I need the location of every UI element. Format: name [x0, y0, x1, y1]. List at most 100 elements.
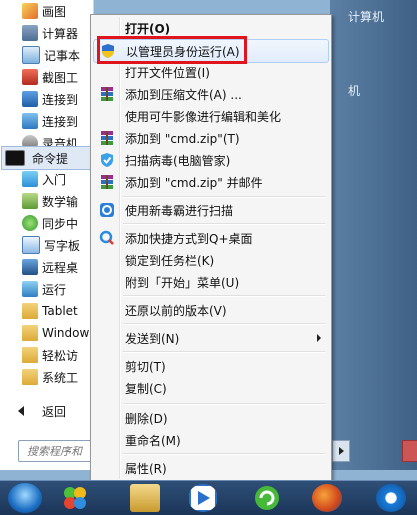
media-player-icon[interactable] — [188, 484, 218, 512]
program-math-input[interactable]: 数学输 — [0, 190, 93, 212]
menu-item-open-file-location[interactable]: 打开文件位置(I) — [93, 61, 329, 83]
program-label: 画图 — [42, 4, 67, 19]
start-menu-right-pane: 计算机 机 — [330, 0, 417, 470]
menu-item-add-zip-and-email[interactable]: 添加到 "cmd.zip" 并邮件 — [93, 171, 329, 193]
program-label: Window — [42, 326, 90, 340]
program-label: 轻松访 — [42, 348, 79, 363]
app-clover-icon[interactable] — [60, 484, 90, 512]
menu-item-label: 扫描病毒(电脑管家) — [125, 153, 231, 168]
calculator-icon — [22, 25, 38, 41]
program-wordpad[interactable]: 写字板 — [0, 234, 93, 256]
back-arrow-icon — [18, 406, 24, 416]
folder-ease-of-access[interactable]: 轻松访 — [0, 344, 93, 366]
sogou-icon[interactable] — [376, 484, 406, 512]
menu-item-label: 添加快捷方式到Q+桌面 — [125, 231, 253, 246]
firefox-icon[interactable] — [312, 484, 342, 512]
right-pane-item-computer[interactable]: 计算机 — [348, 8, 384, 25]
duba-icon — [100, 203, 114, 217]
folder-icon — [22, 347, 38, 363]
program-label: 命令提 — [32, 151, 69, 166]
scissors-icon — [22, 69, 38, 85]
back-label: 返回 — [42, 404, 67, 419]
menu-item-label: 还原以前的版本(V) — [125, 303, 227, 318]
math-input-icon — [22, 193, 38, 209]
power-button-edge[interactable] — [402, 440, 417, 462]
menu-item-pin-to-taskbar[interactable]: 锁定到任务栏(K) — [93, 249, 329, 271]
getting-started-icon — [22, 171, 38, 187]
menu-item-add-qplus-shortcut[interactable]: 添加快捷方式到Q+桌面 — [93, 227, 329, 249]
folder-tablet-pc[interactable]: Tablet — [0, 300, 93, 322]
menu-item-label: 重命名(M) — [125, 433, 181, 448]
menu-item-label: 打开(O) — [125, 21, 171, 36]
back-button[interactable]: 返回 — [0, 398, 93, 424]
folder-icon — [22, 325, 38, 341]
folder-icon — [22, 303, 38, 319]
menu-item-cut[interactable]: 剪切(T) — [93, 355, 329, 377]
menu-item-keniu-edit[interactable]: 使用可牛影像进行编辑和美化 — [93, 105, 329, 127]
menu-item-copy[interactable]: 复制(C) — [93, 377, 329, 399]
program-label: 入门 — [42, 172, 67, 187]
menu-item-label: 发送到(N) — [125, 331, 180, 346]
menu-item-pin-to-start[interactable]: 附到「开始」菜单(U) — [93, 271, 329, 293]
folder-windows-powershell[interactable]: Window — [0, 322, 93, 344]
winrar-icon — [101, 175, 113, 189]
chevron-right-icon — [338, 447, 344, 455]
program-label: 远程桌 — [42, 260, 79, 275]
menu-item-label: 属性(R) — [125, 461, 167, 476]
program-label: 数学输 — [42, 194, 79, 209]
run-icon — [22, 281, 38, 297]
network-projector-icon — [22, 113, 38, 129]
menu-item-rename[interactable]: 重命名(M) — [93, 429, 329, 451]
right-pane-item-partial[interactable]: 机 — [348, 82, 360, 99]
program-notepad[interactable]: 记事本 — [0, 44, 93, 66]
menu-item-label: 使用可牛影像进行编辑和美化 — [125, 109, 282, 124]
program-getting-started[interactable]: 入门 — [0, 168, 93, 190]
folder-system-tools[interactable]: 系统工 — [0, 366, 93, 388]
paint-icon — [22, 3, 38, 19]
refresh-app-icon[interactable] — [252, 484, 282, 512]
menu-item-properties[interactable]: 属性(R) — [93, 457, 329, 479]
program-label: 记事本 — [44, 48, 81, 63]
program-snipping-tool[interactable]: 截图工 — [0, 66, 93, 88]
program-command-prompt[interactable]: 命令提 — [1, 146, 93, 170]
menu-item-duba-scan[interactable]: 使用新毒霸进行扫描 — [93, 199, 329, 221]
menu-item-label: 添加到 "cmd.zip" 并邮件 — [125, 175, 263, 190]
program-label: 连接到 — [42, 92, 79, 107]
menu-separator — [123, 351, 325, 353]
program-run[interactable]: 运行 — [0, 278, 93, 300]
menu-separator — [123, 453, 325, 455]
menu-item-label: 附到「开始」菜单(U) — [125, 275, 240, 290]
menu-item-label: 添加到压缩文件(A) ... — [125, 87, 242, 102]
start-orb-icon[interactable] — [8, 483, 42, 513]
program-label: 同步中 — [42, 216, 79, 231]
menu-separator — [123, 196, 325, 198]
sync-icon — [22, 215, 38, 231]
winrar-icon — [101, 131, 113, 145]
program-connect-network[interactable]: 连接到 — [0, 110, 93, 132]
submenu-arrow-icon — [317, 334, 321, 342]
menu-item-restore-versions[interactable]: 还原以前的版本(V) — [93, 299, 329, 321]
program-connect-projector[interactable]: 连接到 — [0, 88, 93, 110]
menu-item-label: 使用新毒霸进行扫描 — [125, 203, 234, 218]
menu-item-scan-virus[interactable]: 扫描病毒(电脑管家) — [93, 149, 329, 171]
shutdown-options-button[interactable] — [332, 440, 350, 462]
menu-item-delete[interactable]: 删除(D) — [93, 407, 329, 429]
program-label: 系统工 — [42, 370, 79, 385]
program-calculator[interactable]: 计算器 — [0, 22, 93, 44]
start-menu-programs-panel: 画图 计算器 记事本 截图工 连接到 连接到 录音机 命令提 入门 数学输 同步… — [0, 0, 94, 470]
menu-item-label: 剪切(T) — [125, 359, 166, 374]
menu-item-label: 打开文件位置(I) — [125, 65, 210, 80]
taskbar — [0, 480, 417, 515]
program-sync-center[interactable]: 同步中 — [0, 212, 93, 234]
folder-icon — [22, 369, 38, 385]
menu-separator — [123, 323, 325, 325]
file-manager-icon[interactable] — [130, 484, 160, 512]
notepad-icon — [22, 46, 40, 64]
menu-item-send-to[interactable]: 发送到(N) — [93, 327, 329, 349]
program-paint[interactable]: 画图 — [0, 0, 93, 22]
menu-item-add-to-cmd-zip[interactable]: 添加到 "cmd.zip"(T) — [93, 127, 329, 149]
wordpad-icon — [22, 236, 40, 254]
menu-item-add-to-archive[interactable]: 添加到压缩文件(A) ... — [93, 83, 329, 105]
menu-separator — [123, 295, 325, 297]
program-remote-desktop[interactable]: 远程桌 — [0, 256, 93, 278]
